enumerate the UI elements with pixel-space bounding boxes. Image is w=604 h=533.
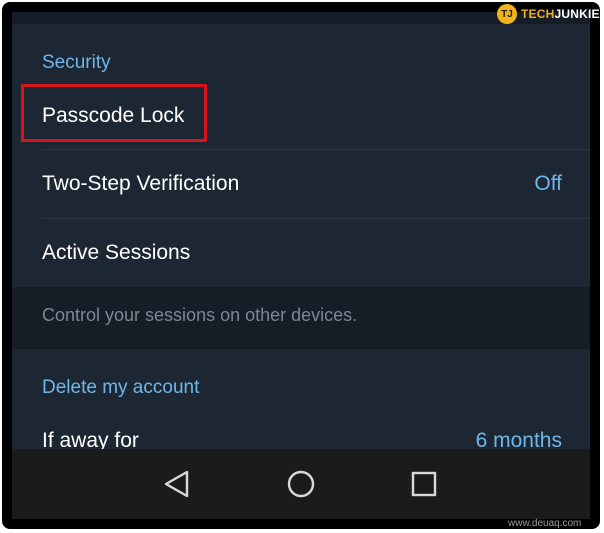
sessions-info-box: Control your sessions on other devices. [12,287,590,349]
two-step-verification-value: Off [534,172,562,195]
security-header: Security [42,52,111,73]
techjunkie-logo: TJ TECHJUNKIE [497,3,600,25]
active-sessions-label: Active Sessions [42,241,191,264]
highlight-box [21,84,207,142]
if-away-for-label: If away for [42,429,139,449]
logo-junkie-text: JUNKIE [554,7,600,21]
home-circle-icon[interactable] [286,469,316,499]
delete-account-header: Delete my account [42,377,200,398]
navigation-bar [12,449,590,519]
logo-mark: TJ [497,4,517,24]
sessions-hint-text: Control your sessions on other devices. [42,305,358,325]
watermark-text: www.deuaq.com [508,518,582,529]
settings-screen: Security Passcode Lock Two-Step Verifica… [12,12,590,449]
if-away-for-row[interactable]: If away for 6 months [12,407,590,449]
logo-tech-text: TECH [521,7,555,21]
two-step-verification-label: Two-Step Verification [42,172,240,195]
recents-square-icon[interactable] [409,469,439,499]
back-triangle-icon[interactable] [162,469,192,499]
if-away-for-value: 6 months [475,429,562,449]
two-step-verification-row[interactable]: Two-Step Verification Off [12,150,590,218]
logo-text: TECHJUNKIE [521,7,600,21]
active-sessions-row[interactable]: Active Sessions [12,219,590,287]
